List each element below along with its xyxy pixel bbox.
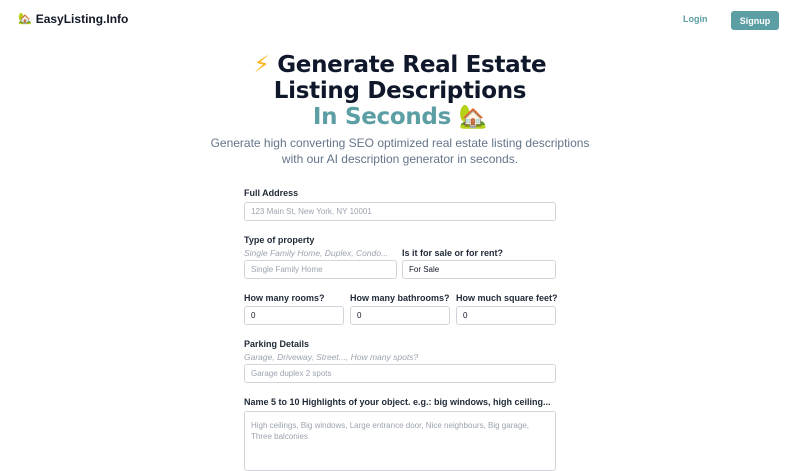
title-accent-line: In Seconds [312, 104, 451, 130]
bathrooms-label: How many bathrooms? [350, 293, 450, 303]
address-input[interactable] [244, 202, 556, 221]
house-icon: 🏡 [458, 104, 488, 130]
page-subtitle: Generate high converting SEO optimized r… [210, 136, 590, 166]
house-icon: 🏡 [18, 12, 32, 25]
page-title: ⚡ Generate Real Estate Listing Descripti… [0, 52, 800, 130]
property-type-label: Type of property [244, 235, 315, 245]
parking-label: Parking Details [244, 339, 310, 349]
square-feet-input[interactable] [456, 306, 556, 325]
login-button[interactable]: Login [683, 14, 708, 24]
address-label: Full Address [244, 188, 299, 198]
rooms-input[interactable] [244, 306, 344, 325]
title-line-1: Generate Real Estate [277, 52, 547, 78]
highlights-textarea[interactable] [244, 411, 556, 471]
rooms-label: How many rooms? [244, 293, 325, 303]
signup-button[interactable]: Signup [731, 11, 779, 30]
top-navigation-bar: 🏡 EasyListing.Info Login Signup [0, 0, 800, 40]
highlights-label: Name 5 to 10 Highlights of your object. … [244, 397, 551, 407]
sale-or-rent-input[interactable] [402, 260, 556, 279]
parking-hint: Garage, Driveway, Street..., How many sp… [244, 352, 419, 362]
brand-logo[interactable]: 🏡 EasyListing.Info [18, 12, 128, 26]
parking-input[interactable] [244, 364, 556, 383]
sale-or-rent-label: Is it for sale or for rent? [402, 248, 504, 258]
property-type-hint: Single Family Home, Duplex, Condo... [244, 248, 389, 258]
bathrooms-input[interactable] [350, 306, 450, 325]
brand-name: EasyListing.Info [35, 12, 129, 26]
hero-section: ⚡ Generate Real Estate Listing Descripti… [0, 52, 800, 130]
lightning-icon: ⚡ [253, 52, 270, 78]
title-line-2: Listing Descriptions [273, 78, 527, 104]
square-feet-label: How much square feet? [456, 293, 558, 303]
property-type-input[interactable] [244, 260, 397, 279]
